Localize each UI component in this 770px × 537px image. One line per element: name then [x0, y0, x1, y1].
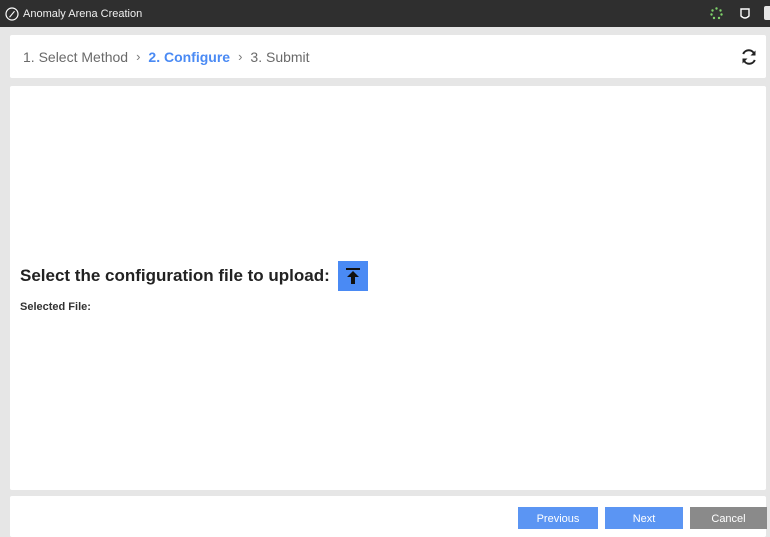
configure-panel: Select the configuration file to upload:…: [10, 86, 766, 490]
refresh-icon[interactable]: [740, 48, 758, 66]
upload-button[interactable]: [337, 261, 368, 291]
title-bar: Anomaly Arena Creation: [0, 0, 770, 27]
selected-file-label: Selected File:: [20, 301, 91, 313]
step-configure[interactable]: 2. Configure: [148, 49, 230, 65]
upload-icon: [345, 268, 360, 284]
upload-row: Select the configuration file to upload:: [20, 261, 368, 291]
step-select-method[interactable]: 1. Select Method: [23, 49, 128, 65]
footer-bar: Previous Next Cancel: [10, 496, 767, 537]
chevron-right-icon: ›: [136, 49, 141, 64]
upload-prompt: Select the configuration file to upload:: [20, 266, 330, 285]
loading-spinner-icon: [710, 7, 723, 20]
step-submit[interactable]: 3. Submit: [250, 49, 309, 65]
step-breadcrumb: 1. Select Method › 2. Configure › 3. Sub…: [10, 35, 766, 78]
window-edge: [764, 6, 770, 20]
cancel-button[interactable]: Cancel: [690, 507, 767, 529]
previous-button[interactable]: Previous: [518, 507, 598, 529]
next-button[interactable]: Next: [605, 507, 683, 529]
chevron-right-icon: ›: [238, 49, 243, 64]
compass-icon: [5, 6, 19, 21]
shield-icon[interactable]: [740, 7, 750, 19]
window-title: Anomaly Arena Creation: [23, 7, 143, 20]
